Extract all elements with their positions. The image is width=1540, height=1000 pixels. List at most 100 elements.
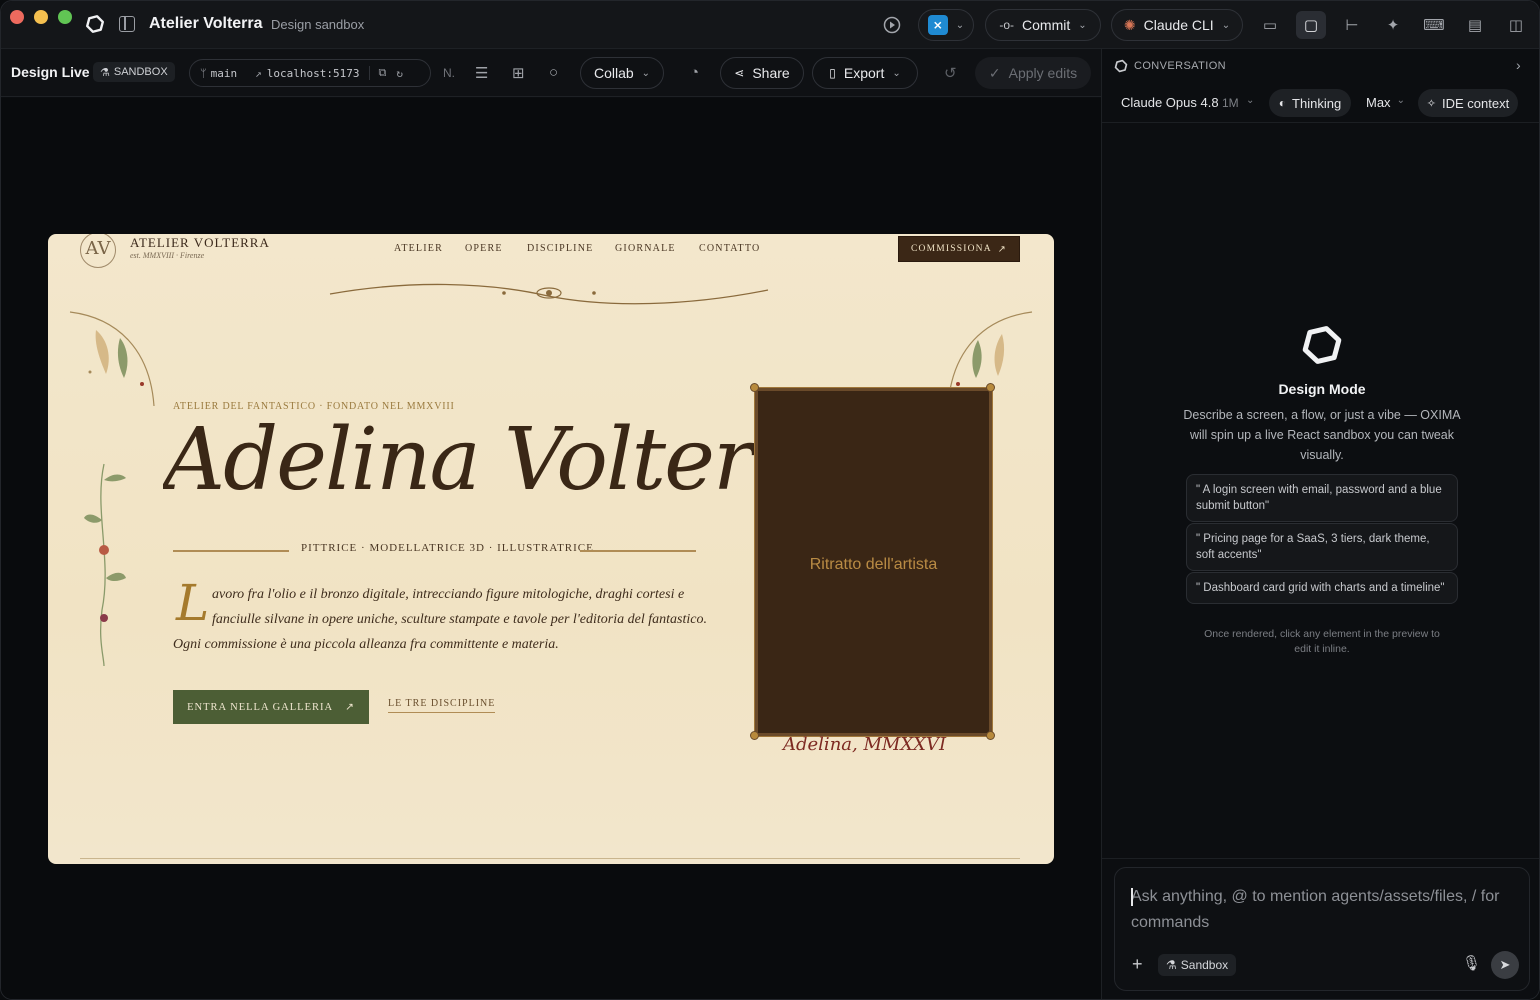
footer-rule — [80, 858, 1020, 859]
nav-link-contatto[interactable]: CONTATTO — [699, 243, 760, 254]
conversation-logo-icon — [1114, 59, 1128, 73]
share-icon: ⋖ — [734, 66, 745, 80]
effort-label: Max — [1366, 95, 1391, 110]
divider-left — [173, 550, 289, 552]
claude-cli-button[interactable]: ✺ Claude CLI ⌄ — [1111, 9, 1243, 41]
monogram-logo[interactable]: AV — [80, 234, 116, 268]
nav-link-giornale[interactable]: GIORNALE — [615, 243, 676, 254]
sandbox-badge: ⚗ SANDBOX — [93, 62, 175, 82]
bottom-panel-icon[interactable]: ▤ — [1464, 14, 1486, 36]
portrait-label: Ritratto dell'artista — [809, 556, 938, 573]
export-button[interactable]: ▯ Export ⌄ — [812, 57, 918, 89]
composer-input[interactable]: Ask anything, @ to mention agents/assets… — [1131, 884, 1523, 936]
collab-button[interactable]: Collab ⌄ — [580, 57, 664, 89]
artist-portrait-placeholder[interactable]: Ritratto dell'artista — [754, 387, 993, 737]
thinking-icon: ◐ — [1278, 96, 1287, 110]
check-icon: ✓ — [988, 64, 1001, 81]
chevron-down-icon: ⌄ — [955, 19, 965, 31]
nav-link-discipline[interactable]: DISCIPLINE — [527, 243, 593, 254]
layers-icon[interactable]: ☰ — [475, 64, 488, 82]
ide-context-toggle[interactable]: ✧ IDE context — [1418, 89, 1518, 117]
terminal-icon[interactable]: ⌨ — [1423, 14, 1445, 36]
left-corner-ornament — [69, 311, 155, 407]
run-icon[interactable] — [883, 16, 901, 34]
suggestion-card[interactable]: " Pricing page for a SaaS, 3 tiers, dark… — [1186, 523, 1458, 571]
disciplines-link[interactable]: LE TRE DISCIPLINE — [388, 698, 496, 713]
branch-url-group: ᛘ main ↗ localhost:5173 ⧉ ↻ — [189, 59, 431, 87]
maximize-window-button[interactable] — [58, 10, 72, 24]
flask-icon: ⚗ — [100, 66, 110, 79]
chevron-down-icon[interactable]: ⌄ — [1246, 95, 1254, 106]
vscode-icon: ⨯ — [927, 15, 948, 35]
artist-signature: Adelina, MMXXVI — [783, 734, 947, 755]
chevron-down-icon: ⌄ — [1078, 19, 1087, 31]
vine-ornament — [84, 463, 126, 667]
composer[interactable]: Ask anything, @ to mention agents/assets… — [1114, 867, 1530, 991]
send-icon: ➤ — [1499, 957, 1511, 972]
url-label[interactable]: localhost:5173 — [267, 67, 360, 80]
app-subtitle: Design sandbox — [271, 17, 365, 32]
sidebar-toggle-icon[interactable] — [119, 16, 135, 32]
commit-button[interactable]: -o- Commit ⌄ — [985, 9, 1101, 41]
sandbox-chip[interactable]: ⚗ Sandbox — [1158, 954, 1237, 976]
divider-right — [580, 550, 696, 552]
hero-body-line-2: fanciulle silvane in opere uniche, scult… — [212, 612, 707, 627]
n-label[interactable]: N. — [443, 66, 455, 80]
sparkle-icon[interactable]: ✦ — [1382, 14, 1404, 36]
chevron-right-icon[interactable]: › — [1516, 57, 1521, 73]
minimize-window-button[interactable] — [34, 10, 48, 24]
selection-handle-br[interactable] — [986, 731, 995, 740]
app-title: Atelier Volterra — [149, 15, 263, 32]
hero-body-line-3: Ogni commissione è una piccola alleanza … — [173, 637, 559, 652]
undo-icon[interactable]: ↺ — [944, 64, 957, 82]
arrow-up-right-icon: ↗ — [345, 702, 355, 713]
close-window-button[interactable] — [10, 10, 24, 24]
comment-icon[interactable]: ○ — [549, 64, 558, 81]
design-mode-footnote: Once rendered, click any element in the … — [1204, 628, 1440, 655]
branch-name[interactable]: main — [211, 67, 238, 80]
commit-icon: -o- — [999, 18, 1015, 32]
plus-icon[interactable]: + — [1132, 954, 1143, 975]
flask-icon: ⚗ — [1166, 958, 1177, 972]
thinking-toggle[interactable]: ◐ Thinking — [1269, 89, 1351, 117]
hero-name-heading[interactable]: Adelina Volterra — [163, 410, 763, 520]
right-panel-icon[interactable]: ◫ — [1505, 14, 1527, 36]
copy-icon[interactable]: ⧉ — [369, 66, 386, 80]
site-preview[interactable]: AV ATELIER VOLTERRA est. MMXVIII · Firen… — [48, 234, 1054, 864]
apply-edits-button[interactable]: ✓ Apply edits — [975, 57, 1091, 89]
commission-button[interactable]: COMMISSIONA ↗ — [898, 236, 1020, 262]
model-selector[interactable]: Claude Opus 4.8 — [1121, 95, 1219, 110]
suggestion-card[interactable]: " A login screen with email, password an… — [1186, 474, 1458, 522]
selection-handle-tr[interactable] — [986, 383, 995, 392]
chevron-down-icon: ⌄ — [641, 67, 651, 79]
suggestion-card[interactable]: " Dashboard card grid with charts and a … — [1186, 572, 1458, 604]
gallery-cta-button[interactable]: ENTRA NELLA GALLERIA ↗ — [173, 690, 369, 724]
selection-handle-bl[interactable] — [750, 731, 759, 740]
conversation-header: CONVERSATION › — [1102, 49, 1539, 83]
share-button[interactable]: ⋖ Share — [720, 57, 804, 89]
hero-body-line-1: avoro fra l'olio e il bronzo digitale, i… — [212, 587, 685, 602]
selection-handle-tl[interactable] — [750, 383, 759, 392]
external-link-icon[interactable]: ↗ — [255, 67, 262, 80]
send-button[interactable]: ➤ — [1491, 951, 1519, 979]
devices-icon[interactable]: ▭ — [1259, 14, 1281, 36]
chat-panel-icon[interactable]: ▢ — [1296, 11, 1326, 39]
ide-selector-button[interactable]: ⨯ ⌄ — [918, 9, 974, 41]
title-bar: Atelier Volterra Design sandbox ⨯ ⌄ -o- … — [1, 1, 1539, 49]
effort-selector[interactable]: Max ⌄ — [1366, 95, 1405, 110]
comment-add-icon[interactable]: ⊞ — [512, 64, 525, 82]
nav-link-opere[interactable]: OPERE — [465, 243, 503, 254]
nav-link-atelier[interactable]: ATELIER — [394, 243, 443, 254]
microphone-icon[interactable]: 🎙 — [1462, 954, 1481, 972]
thinking-label: Thinking — [1292, 95, 1342, 111]
commit-label: Commit — [1022, 17, 1071, 33]
tree-icon[interactable]: ⊢ — [1341, 14, 1363, 36]
app-logo-icon[interactable] — [85, 14, 105, 34]
reload-icon[interactable]: ↻ — [396, 67, 403, 80]
sandbox-chip-label: Sandbox — [1180, 958, 1229, 972]
design-mode-logo-icon — [1302, 326, 1342, 364]
palette-icon[interactable]: ◔ — [690, 64, 699, 81]
branch-icon: ᛘ — [200, 66, 207, 80]
design-live-title: Design Live — [11, 64, 90, 80]
site-brand[interactable]: ATELIER VOLTERRA — [130, 235, 270, 251]
